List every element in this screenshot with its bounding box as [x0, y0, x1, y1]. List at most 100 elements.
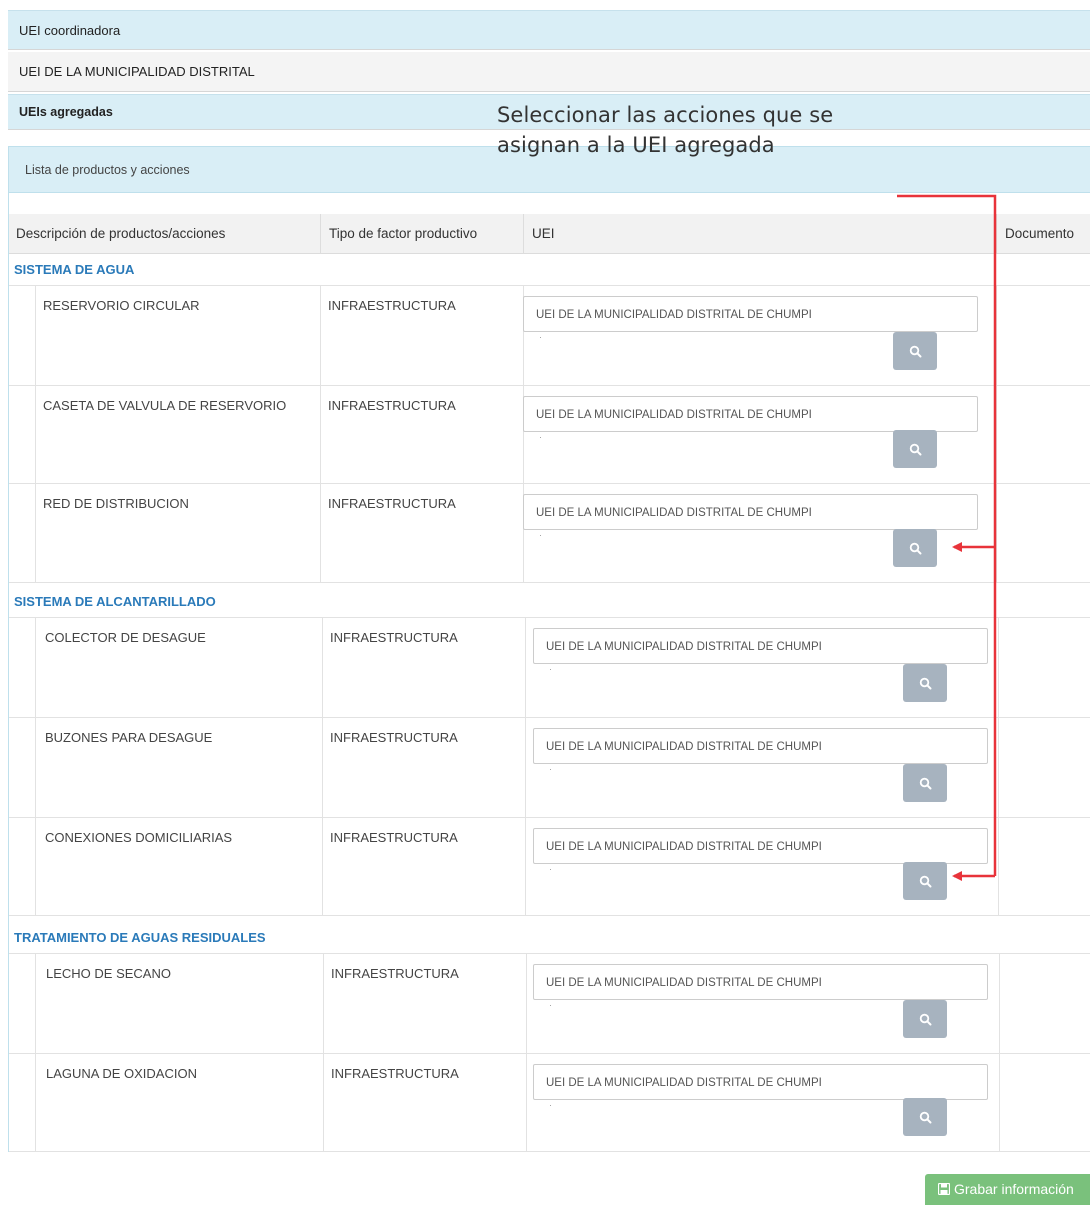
col-border	[323, 954, 324, 1053]
group-header: SISTEMA DE ALCANTARILLADO	[9, 586, 1090, 618]
row-tipo: INFRAESTRUCTURA	[328, 398, 456, 413]
row-descripcion: RED DE DISTRIBUCION	[43, 496, 189, 511]
row-tipo: INFRAESTRUCTURA	[328, 298, 456, 313]
col-uei: UEI	[523, 214, 555, 254]
row-note-dot: ·	[539, 432, 542, 442]
search-uei-button[interactable]	[903, 764, 947, 802]
search-icon	[919, 875, 931, 887]
table-row: CONEXIONES DOMICILIARIAS INFRAESTRUCTURA U…	[9, 818, 1090, 916]
row-indent-border	[35, 286, 36, 385]
search-uei-button[interactable]	[903, 1000, 947, 1038]
col-border	[322, 618, 323, 717]
search-icon	[919, 777, 931, 789]
grabar-informacion-label: Grabar información	[954, 1181, 1074, 1197]
table-row: RED DE DISTRIBUCION INFRAESTRUCTURA UEI DE…	[9, 484, 1090, 583]
search-icon	[909, 443, 921, 455]
row-descripcion: CONEXIONES DOMICILIARIAS	[45, 830, 233, 845]
table-row: CASETA DE VALVULA DE RESERVORIO INFRAESTR…	[9, 386, 1090, 484]
col-documento: Documento	[996, 214, 1074, 254]
col-border	[322, 818, 323, 915]
col-border	[525, 818, 526, 915]
row-tipo: INFRAESTRUCTURA	[330, 630, 458, 645]
uei-coordinadora-label-text: UEI coordinadora	[19, 22, 121, 38]
row-note-dot: ·	[549, 864, 552, 874]
row-indent-border	[35, 484, 36, 582]
row-descripcion: LAGUNA DE OXIDACION	[46, 1066, 197, 1081]
uei-field[interactable]: UEI DE LA MUNICIPALIDAD DISTRITAL DE CHU…	[533, 1064, 988, 1100]
search-icon	[909, 345, 921, 357]
uei-field[interactable]: UEI DE LA MUNICIPALIDAD DISTRITAL DE CHU…	[533, 628, 988, 664]
col-border	[998, 718, 999, 817]
col-border	[999, 954, 1000, 1053]
row-tipo: INFRAESTRUCTURA	[330, 830, 458, 845]
col-border	[525, 618, 526, 717]
row-indent-border	[35, 1054, 36, 1151]
row-indent-border	[35, 618, 36, 717]
col-border	[323, 1054, 324, 1151]
panel-title-text: Lista de productos y acciones	[25, 162, 190, 177]
row-indent-border	[35, 954, 36, 1053]
uei-field[interactable]: UEI DE LA MUNICIPALIDAD DISTRITAL DE CHU…	[533, 828, 988, 864]
uei-field[interactable]: UEI DE LA MUNICIPALIDAD DISTRITAL DE CHU…	[523, 296, 978, 332]
annotation-line-1: Seleccionar las acciones que se	[497, 103, 834, 127]
annotation-line-2: asignan a la UEI agregada	[497, 133, 775, 157]
col-border	[999, 1054, 1000, 1151]
row-indent-border	[35, 386, 36, 483]
row-descripcion: CASETA DE VALVULA DE RESERVORIO	[43, 398, 287, 413]
row-descripcion: BUZONES PARA DESAGUE	[45, 730, 213, 745]
annotation-text: Seleccionar las acciones que se asignan …	[497, 100, 833, 160]
row-descripcion: RESERVORIO CIRCULAR	[43, 298, 200, 313]
col-border	[998, 818, 999, 915]
uei-coordinadora-label: UEI coordinadora	[8, 10, 1090, 50]
col-border	[996, 286, 997, 385]
col-border	[525, 718, 526, 817]
uei-field[interactable]: UEI DE LA MUNICIPALIDAD DISTRITAL DE CHU…	[533, 728, 988, 764]
row-descripcion: COLECTOR DE DESAGUE	[45, 630, 206, 645]
col-descripcion: Descripción de productos/acciones	[16, 226, 226, 241]
col-border	[322, 718, 323, 817]
uei-coordinadora-value-text: UEI DE LA MUNICIPALIDAD DISTRITAL	[19, 64, 255, 79]
col-border	[526, 1054, 527, 1151]
search-uei-button[interactable]	[893, 430, 937, 468]
search-uei-button[interactable]	[903, 862, 947, 900]
col-border	[998, 618, 999, 717]
search-uei-button[interactable]	[903, 1098, 947, 1136]
row-tipo: INFRAESTRUCTURA	[331, 966, 459, 981]
uei-field[interactable]: UEI DE LA MUNICIPALIDAD DISTRITAL DE CHU…	[523, 396, 978, 432]
row-tipo: INFRAESTRUCTURA	[330, 730, 458, 745]
search-uei-button[interactable]	[893, 332, 937, 370]
col-border	[320, 484, 321, 582]
grabar-informacion-button[interactable]: Grabar información	[925, 1174, 1090, 1205]
floppy-icon	[938, 1183, 950, 1195]
uei-coordinadora-value: UEI DE LA MUNICIPALIDAD DISTRITAL	[8, 52, 1090, 92]
ueis-agregadas-label-text: UEIs agregadas	[19, 105, 113, 119]
col-border	[996, 386, 997, 483]
col-border	[996, 484, 997, 582]
search-uei-button[interactable]	[903, 664, 947, 702]
row-note-dot: ·	[539, 332, 542, 342]
row-note-dot: ·	[549, 1000, 552, 1010]
row-descripcion: LECHO DE SECANO	[46, 966, 171, 981]
col-border	[320, 386, 321, 483]
row-tipo: INFRAESTRUCTURA	[328, 496, 456, 511]
row-note-dot: ·	[539, 530, 542, 540]
uei-field[interactable]: UEI DE LA MUNICIPALIDAD DISTRITAL DE CHU…	[523, 494, 978, 530]
search-icon	[909, 542, 921, 554]
col-border	[526, 954, 527, 1053]
search-uei-button[interactable]	[893, 529, 937, 567]
uei-field[interactable]: UEI DE LA MUNICIPALIDAD DISTRITAL DE CHU…	[533, 964, 988, 1000]
table-row: RESERVORIO CIRCULAR INFRAESTRUCTURA UEI DE…	[9, 286, 1090, 386]
group-header: TRATAMIENTO DE AGUAS RESIDUALES	[9, 922, 1090, 954]
row-note-dot: ·	[549, 764, 552, 774]
search-icon	[919, 1111, 931, 1123]
row-indent-border	[35, 818, 36, 915]
table-row: LAGUNA DE OXIDACION INFRAESTRUCTURA UEI DE…	[9, 1054, 1090, 1152]
row-note-dot: ·	[549, 664, 552, 674]
group-header: SISTEMA DE AGUA	[9, 254, 1090, 286]
col-tipo: Tipo de factor productivo	[320, 214, 477, 254]
table-row: BUZONES PARA DESAGUE INFRAESTRUCTURA UEI D…	[9, 718, 1090, 818]
row-indent-border	[35, 718, 36, 817]
table-header: Descripción de productos/acciones Tipo d…	[9, 214, 1090, 254]
table-row: LECHO DE SECANO INFRAESTRUCTURA UEI DE LA …	[9, 954, 1090, 1054]
table-row: COLECTOR DE DESAGUE INFRAESTRUCTURA UEI DE…	[9, 618, 1090, 718]
